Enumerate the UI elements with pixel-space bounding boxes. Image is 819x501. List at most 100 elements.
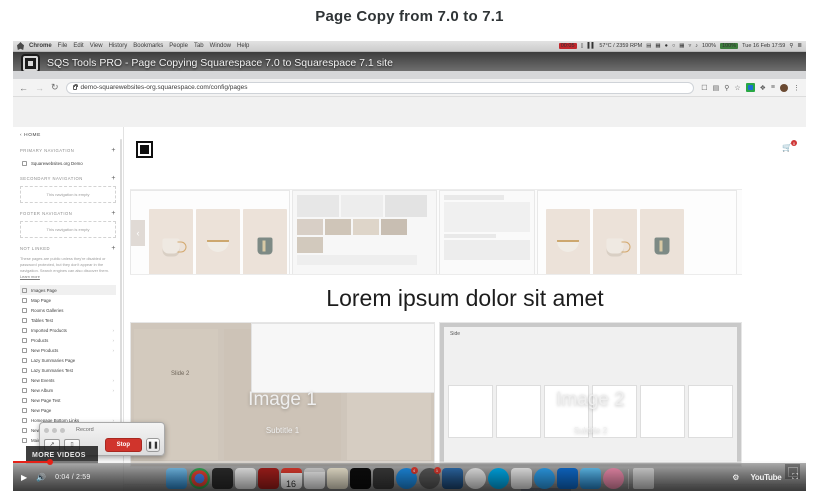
stop-button[interactable]: Stop [104, 437, 142, 452]
sidebar-item-images-page[interactable]: Images Page [20, 285, 116, 296]
display-icon[interactable]: ▯ [581, 43, 584, 49]
reload-icon[interactable]: ↻ [51, 82, 59, 93]
menu-tab[interactable]: Tab [194, 43, 204, 49]
battery-icon[interactable]: ▦ [655, 43, 660, 49]
cart-icon[interactable]: 🛒 0 [782, 140, 797, 152]
chevron-right-icon[interactable]: › [113, 388, 115, 393]
grid-icon[interactable]: ▤ [713, 84, 720, 92]
secondary-nav-empty: This navigation is empty [20, 186, 116, 203]
site-preview[interactable]: 🛒 0 Slide 1 ‹ [124, 127, 806, 491]
sidebar-back-home[interactable]: ‹ HOME [20, 133, 116, 138]
site-logo-icon[interactable] [136, 141, 153, 158]
chevron-right-icon[interactable]: › [113, 378, 115, 383]
browser-tab-strip[interactable] [13, 71, 806, 79]
chevron-right-icon[interactable]: › [113, 348, 115, 353]
product-tile-cup-2[interactable] [640, 209, 684, 274]
menu-icon[interactable]: ≣ [797, 43, 802, 49]
window-zoom-icon[interactable] [60, 427, 65, 433]
sidebar-item-new-page-test[interactable]: New Page Test [20, 395, 116, 405]
apple-icon[interactable] [17, 42, 24, 50]
gallery-panel-doc[interactable] [439, 190, 535, 274]
progress-bar[interactable] [13, 459, 806, 465]
preview-block-image-1[interactable]: Image 1 Subtitle 1 Slide 2 [130, 322, 435, 467]
gallery-panel-thumbs[interactable] [292, 190, 437, 274]
puzzle-icon[interactable]: ❖ [760, 84, 766, 92]
sidebar-item-tables-test[interactable]: Tables Test [20, 315, 116, 325]
window-close-icon[interactable] [44, 427, 49, 433]
clock-icon[interactable]: ○ [672, 43, 675, 49]
browser-toolbar-icons: ☐ ▤ ⚲ ☆ ❖ ≡ ⋮ [701, 83, 800, 92]
menu-view[interactable]: View [90, 43, 103, 49]
window-minimize-icon[interactable] [52, 427, 57, 433]
product-tile-cup[interactable] [243, 209, 287, 274]
sidebar-item-lazy-summaries-page[interactable]: Lazy Summaries Page [20, 355, 116, 365]
preview-heading: Lorem ipsum dolor sit amet [326, 285, 604, 311]
menu-window[interactable]: Window [210, 43, 231, 49]
youtube-logo[interactable]: YouTube [750, 473, 781, 482]
address-bar[interactable]: demo-squarewebsites-org.squarespace.com/… [65, 81, 695, 94]
pause-icon[interactable]: ❚❚ [146, 437, 160, 452]
search-icon[interactable]: ⚲ [724, 84, 729, 92]
extension-green-icon[interactable] [745, 83, 755, 92]
page-icon [22, 397, 27, 403]
bluetooth-icon[interactable]: ● [665, 43, 668, 49]
sidebar-item-imported-products[interactable]: Imported Products › [20, 325, 116, 335]
sidebar-item-products[interactable]: Products › [20, 335, 116, 345]
product-tile-bowl-2[interactable] [546, 209, 590, 274]
menu-app-name[interactable]: Chrome [29, 43, 52, 49]
sidebar-item-new-events[interactable]: New Events › [20, 375, 116, 385]
chevron-left-icon[interactable]: ‹ [131, 220, 145, 246]
sidebar-item-new-page[interactable]: New Page [20, 405, 116, 415]
block-subtitle-2: Subtitle 2 [573, 425, 608, 435]
star-icon[interactable]: ☆ [734, 84, 740, 92]
wifi-icon[interactable]: ▿ [688, 43, 691, 49]
product-tile-mug[interactable] [149, 209, 193, 274]
preview-block-image-2[interactable]: Side Image 2 Subtitle 2 [439, 322, 742, 467]
printer-icon[interactable]: ▤ [646, 43, 651, 49]
fullscreen-icon[interactable]: ⛶ [792, 472, 798, 482]
sidebar-item-new-products[interactable]: New Products › [20, 345, 116, 355]
progress-knob[interactable] [47, 459, 53, 465]
sidebar-item-new-album[interactable]: New Album › [20, 385, 116, 395]
back-arrow-icon[interactable]: ← [19, 83, 28, 93]
sound-icon[interactable]: ♪ [695, 43, 698, 49]
gear-icon[interactable]: ⚙ [732, 473, 739, 482]
learn-more-link[interactable]: Learn more [20, 274, 40, 279]
menu-history[interactable]: History [109, 43, 128, 49]
forward-arrow-icon[interactable]: → [35, 83, 44, 93]
profile-avatar[interactable] [780, 83, 788, 92]
signal-icon[interactable]: ▌▌ [588, 43, 596, 49]
browser-window: ← → ↻ demo-squarewebsites-org.squarespac… [13, 71, 806, 491]
not-linked-note: These pages are public unless they're di… [20, 256, 116, 280]
plus-icon[interactable]: + [111, 245, 116, 252]
sidebar-item-squarewebsites-demo[interactable]: Squarewebsites.org Demo [20, 158, 116, 168]
product-tile-mug-2[interactable] [593, 209, 637, 274]
volume-icon[interactable]: 🔊 [36, 473, 46, 482]
cast-icon[interactable]: ☐ [701, 84, 707, 92]
menu-help[interactable]: Help [237, 43, 249, 49]
menu-edit[interactable]: Edit [73, 43, 83, 49]
plus-icon[interactable]: + [111, 210, 116, 217]
youtube-control-row: ▶ 🔊 0:04 / 2:59 ⚙ YouTube ⛶ [13, 466, 806, 488]
gallery-panel-left[interactable]: Slide 1 ‹ [130, 190, 290, 274]
gallery-panel-right[interactable]: Slide 2 [537, 190, 737, 274]
video-player[interactable]: Chrome File Edit View History Bookmarks … [13, 41, 806, 491]
sidebar-scrollbar[interactable] [120, 139, 122, 439]
list-icon[interactable]: ≡ [771, 84, 775, 91]
sidebar-item-rooms-galleries[interactable]: Rooms Galleries [20, 305, 116, 315]
chevron-right-icon[interactable]: › [113, 338, 115, 343]
plus-icon[interactable]: + [111, 147, 116, 154]
play-icon[interactable]: ▶ [21, 473, 27, 482]
plus-icon[interactable]: + [111, 175, 116, 182]
block-subtitle: Subtitle 1 [265, 425, 300, 435]
search-icon[interactable]: ⚲ [789, 43, 793, 49]
chevron-right-icon[interactable]: › [113, 328, 115, 333]
kebab-menu-icon[interactable]: ⋮ [793, 84, 800, 92]
product-tile-bowl[interactable] [196, 209, 240, 274]
menu-bookmarks[interactable]: Bookmarks [133, 43, 163, 49]
sidebar-item-map-page[interactable]: Map Page [20, 295, 116, 305]
sidebar-item-lazy-summaries-test[interactable]: Lazy Summaries Test [20, 365, 116, 375]
flag-icon[interactable]: ▦ [679, 43, 684, 49]
menu-people[interactable]: People [169, 43, 188, 49]
menu-file[interactable]: File [58, 43, 68, 49]
